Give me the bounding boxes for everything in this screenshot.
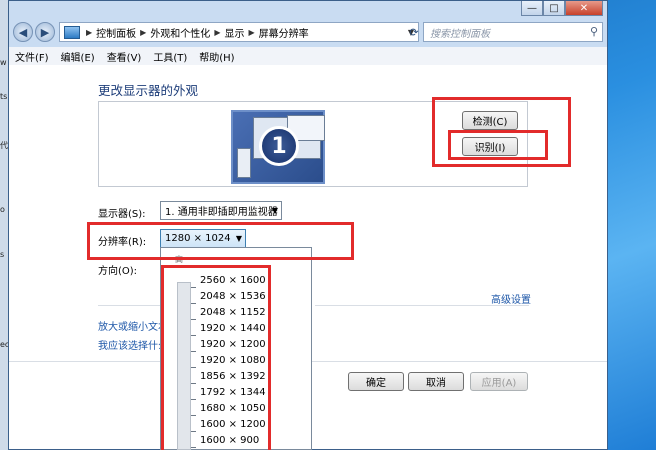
right-scrollbar[interactable] — [611, 0, 619, 450]
monitor-1-icon[interactable]: 1 — [231, 110, 325, 184]
menu-file[interactable]: 文件(F) — [9, 49, 55, 64]
search-icon[interactable]: ⚲ — [590, 25, 598, 38]
ok-button[interactable]: 确定 — [348, 372, 404, 391]
breadcrumb-item[interactable]: 屏幕分辨率 — [259, 25, 309, 40]
advanced-settings-link[interactable]: 高级设置 — [491, 291, 531, 306]
text-size-link[interactable]: 放大或缩小文本 — [98, 318, 168, 333]
chevron-right-icon: ▶ — [214, 27, 221, 37]
display-label: 显示器(S): — [98, 209, 146, 220]
cancel-button[interactable]: 取消 — [408, 372, 464, 391]
display-select[interactable]: 1. 通用非即插即用监视器 ▼ — [160, 201, 282, 220]
edge-text: s — [0, 250, 5, 259]
chevron-right-icon: ▶ — [248, 27, 255, 37]
control-panel-icon — [64, 25, 80, 39]
breadcrumb-item[interactable]: 外观和个性化 — [150, 25, 210, 40]
back-arrow-icon[interactable]: ◀ — [13, 22, 33, 42]
menu-edit[interactable]: 编辑(E) — [55, 49, 101, 64]
highlight-box-resolution — [87, 222, 354, 260]
minimize-button[interactable]: — — [521, 1, 543, 16]
orientation-label: 方向(O): — [98, 266, 138, 277]
choose-settings-link[interactable]: 我应该选择什么 — [98, 337, 168, 352]
breadcrumb-item[interactable]: 控制面板 — [96, 25, 136, 40]
refresh-icon[interactable]: ⟳ — [405, 22, 423, 42]
search-input[interactable]: 搜索控制面板 ⚲ — [423, 22, 603, 42]
breadcrumb-item[interactable]: 显示 — [224, 25, 244, 40]
left-window-edge: w ts 代 o s ec — [0, 0, 9, 450]
menu-tools[interactable]: 工具(T) — [147, 49, 193, 64]
monitor-number-badge: 1 — [259, 126, 299, 166]
forward-arrow-icon[interactable]: ▶ — [35, 22, 55, 42]
chevron-down-icon: ▼ — [271, 206, 278, 215]
edge-text: o — [0, 205, 5, 214]
edge-text: ts — [0, 92, 8, 101]
divider — [98, 305, 164, 306]
highlight-box-resolution-list — [161, 265, 271, 450]
menu-bar: 文件(F) 编辑(E) 查看(V) 工具(T) 帮助(H) — [9, 47, 607, 66]
edge-text: w — [0, 58, 7, 67]
chevron-right-icon: ▶ — [140, 27, 147, 37]
pc-tower-graphic — [237, 148, 251, 178]
apply-button[interactable]: 应用(A) — [470, 372, 528, 391]
maximize-button[interactable]: □ — [543, 1, 565, 16]
chevron-right-icon: ▶ — [86, 27, 93, 37]
menu-help[interactable]: 帮助(H) — [193, 49, 240, 64]
close-button[interactable]: ✕ — [565, 1, 603, 16]
search-placeholder: 搜索控制面板 — [430, 28, 490, 40]
address-toolbar: ◀ ▶ ▶ 控制面板 ▶ 外观和个性化 ▶ 显示 ▶ 屏幕分辨率 ▼ ⟳ 搜索控… — [9, 19, 607, 45]
highlight-box-identify — [448, 130, 548, 160]
display-value: 1. 通用非即插即用监视器 — [165, 207, 278, 218]
edge-text: 代 — [0, 141, 8, 150]
address-bar[interactable]: ▶ 控制面板 ▶ 外观和个性化 ▶ 显示 ▶ 屏幕分辨率 — [59, 22, 419, 42]
window-controls: — □ ✕ — [521, 1, 603, 17]
menu-view[interactable]: 查看(V) — [101, 49, 148, 64]
page-title: 更改显示器的外观 — [98, 83, 199, 98]
